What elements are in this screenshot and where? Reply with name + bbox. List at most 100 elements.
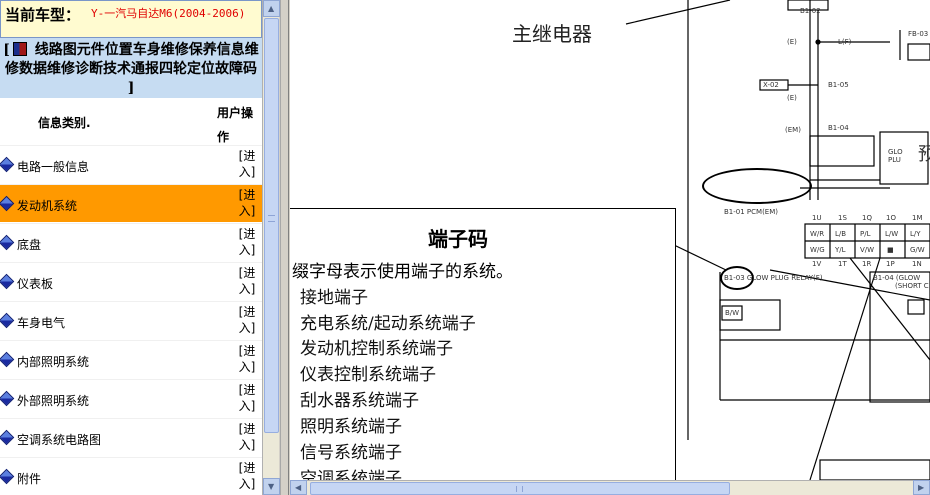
pane-splitter[interactable] xyxy=(280,0,289,495)
legend-item: 发动机控制系统端子 xyxy=(300,339,453,359)
chevron-down-icon: ▼ xyxy=(268,482,275,491)
category-label: 外部照明系统 xyxy=(17,394,90,408)
nav-link-wiring[interactable]: 线路图 xyxy=(35,42,77,58)
enter-link[interactable]: [进入] xyxy=(236,343,258,375)
left-scrollbar[interactable]: ▲ ▼ xyxy=(262,0,280,495)
chevron-left-icon: ◀ xyxy=(295,483,302,492)
book-icon xyxy=(12,42,27,56)
scroll-right-button[interactable]: ▶ xyxy=(913,480,930,495)
cut-off-label: 预 xyxy=(918,144,930,165)
nav-link-fault-codes[interactable]: 故障码 xyxy=(215,61,257,77)
list-item: 空调系统电路图 [进入] xyxy=(0,418,262,456)
legend-item: 仪表控制系统端子 xyxy=(300,365,436,385)
scroll-down-button[interactable]: ▼ xyxy=(263,478,280,495)
main-relay-label: 主继电器 xyxy=(512,22,592,46)
column-header-action: 用户操作 xyxy=(217,106,254,144)
enter-link[interactable]: [进入] xyxy=(236,304,258,336)
pin-label: L/W xyxy=(885,230,899,238)
scroll-up-button[interactable]: ▲ xyxy=(263,0,280,17)
connector-label: B1-05 xyxy=(828,81,849,89)
enter-link[interactable]: [进入] xyxy=(236,187,258,219)
connector-label: (SHORT C xyxy=(895,282,929,290)
wire-label: L(F) xyxy=(838,38,852,46)
category-label: 电路一般信息 xyxy=(17,160,90,174)
connector-label: B1-02 xyxy=(800,7,821,15)
model-value: Y-一汽马自达M6(2004-2006) xyxy=(91,7,246,20)
diamond-bullet-icon xyxy=(0,195,15,212)
pin-label: 1R xyxy=(862,260,872,268)
connector-label: X-02 xyxy=(763,81,779,89)
component-label: PLU xyxy=(888,156,901,164)
column-header-category: 信息类别. xyxy=(38,116,91,130)
wire-label: (E) xyxy=(787,94,797,102)
model-label: 当前车型： xyxy=(5,6,81,24)
horizontal-scrollbar[interactable]: ◀ ▶ xyxy=(290,480,930,495)
connector-label: B1-04 (GLOW xyxy=(873,274,921,282)
enter-link[interactable]: [进入] xyxy=(236,382,258,414)
legend-item: 接地端子 xyxy=(300,288,368,308)
list-item: 底盘 [进入] xyxy=(0,223,262,261)
highlight-ellipse xyxy=(702,168,812,204)
nav-link-component-location[interactable]: 元件位置 xyxy=(77,42,133,58)
grip-icon xyxy=(516,486,523,492)
nav-link-diagnosis[interactable]: 维修诊断 xyxy=(47,61,103,77)
nav-link-maintenance[interactable]: 保养信息 xyxy=(189,42,245,58)
chevron-right-icon: ▶ xyxy=(918,483,925,492)
enter-link[interactable]: [进入] xyxy=(236,265,258,297)
connector-label: B1-03 GLOW PLUG RELAY(F) xyxy=(724,274,823,282)
category-label: 内部照明系统 xyxy=(17,355,90,369)
list-item-selected: 发动机系统 [进入] xyxy=(0,184,262,222)
nav-link-alignment[interactable]: 四轮定位 xyxy=(159,61,215,77)
list-item: 附件 [进入] xyxy=(0,457,262,495)
pin-label: Y/L xyxy=(835,246,846,254)
nav-link-body-repair[interactable]: 车身维修 xyxy=(133,42,189,58)
list-item: 电路一般信息 [进入] xyxy=(0,145,262,183)
list-item: 车身电气 [进入] xyxy=(0,301,262,339)
model-info-box: 当前车型： Y-一汽马自达M6(2004-2006) xyxy=(0,0,262,38)
table-header: 信息类别. 用户操作 xyxy=(0,98,262,144)
legend-title: 端子码 xyxy=(428,227,488,251)
category-label: 空调系统电路图 xyxy=(17,433,102,447)
category-label: 底盘 xyxy=(17,238,42,252)
left-panel: 当前车型： Y-一汽马自达M6(2004-2006) [ 线路图元件位置车身维修… xyxy=(0,0,262,495)
legend-item: 信号系统端子 xyxy=(300,443,402,463)
scroll-left-button[interactable]: ◀ xyxy=(290,480,307,495)
category-nav: [ 线路图元件位置车身维修保养信息维修数据维修诊断技术通报四轮定位故障码 ] xyxy=(0,38,262,98)
diamond-bullet-icon xyxy=(0,351,15,368)
pin-label: 1U xyxy=(812,214,822,222)
wire-label: (EM) xyxy=(785,126,801,134)
component-label: GLO xyxy=(888,148,903,156)
pin-label: G/W xyxy=(910,246,925,254)
enter-link[interactable]: [进入] xyxy=(236,421,258,453)
enter-link[interactable]: [进入] xyxy=(236,226,258,258)
h-scroll-thumb[interactable] xyxy=(310,482,730,495)
pin-label: V/W xyxy=(860,246,875,254)
pin-label: 1S xyxy=(838,214,847,222)
list-item: 内部照明系统 [进入] xyxy=(0,340,262,378)
diamond-bullet-icon xyxy=(0,234,15,251)
pin-label: 1T xyxy=(838,260,847,268)
nav-link-tech-bulletin[interactable]: 技术通报 xyxy=(103,61,159,77)
diamond-bullet-icon xyxy=(0,429,15,446)
nav-bracket-close: ] xyxy=(127,80,135,96)
category-label: 发动机系统 xyxy=(17,199,78,213)
nav-bracket-open: [ xyxy=(3,42,10,58)
pin-label: 1V xyxy=(812,260,822,268)
wiring-diagram-view: 主继电器 B1-02 FB-03 (E) (E) L(F) X-02 B1-05… xyxy=(290,0,930,480)
pin-label: P/L xyxy=(860,230,871,238)
category-label: 仪表板 xyxy=(17,277,54,291)
pin-label: L/B xyxy=(835,230,847,238)
wire-label: B/W xyxy=(725,309,740,317)
enter-link[interactable]: [进入] xyxy=(236,460,258,492)
pin-label: 1M xyxy=(912,214,923,222)
grip-icon xyxy=(268,215,275,222)
connector-label: B1-01 PCM(EM) xyxy=(724,208,778,216)
connector-label: B1-04 xyxy=(828,124,849,132)
enter-link[interactable]: [进入] xyxy=(236,148,258,180)
diamond-bullet-icon xyxy=(0,156,15,173)
pin-label: 1N xyxy=(912,260,922,268)
pin-label: 1O xyxy=(886,214,896,222)
pin-label: L/Y xyxy=(910,230,921,238)
legend-item: 充电系统/起动系统端子 xyxy=(300,314,476,334)
scroll-thumb[interactable] xyxy=(264,18,279,433)
